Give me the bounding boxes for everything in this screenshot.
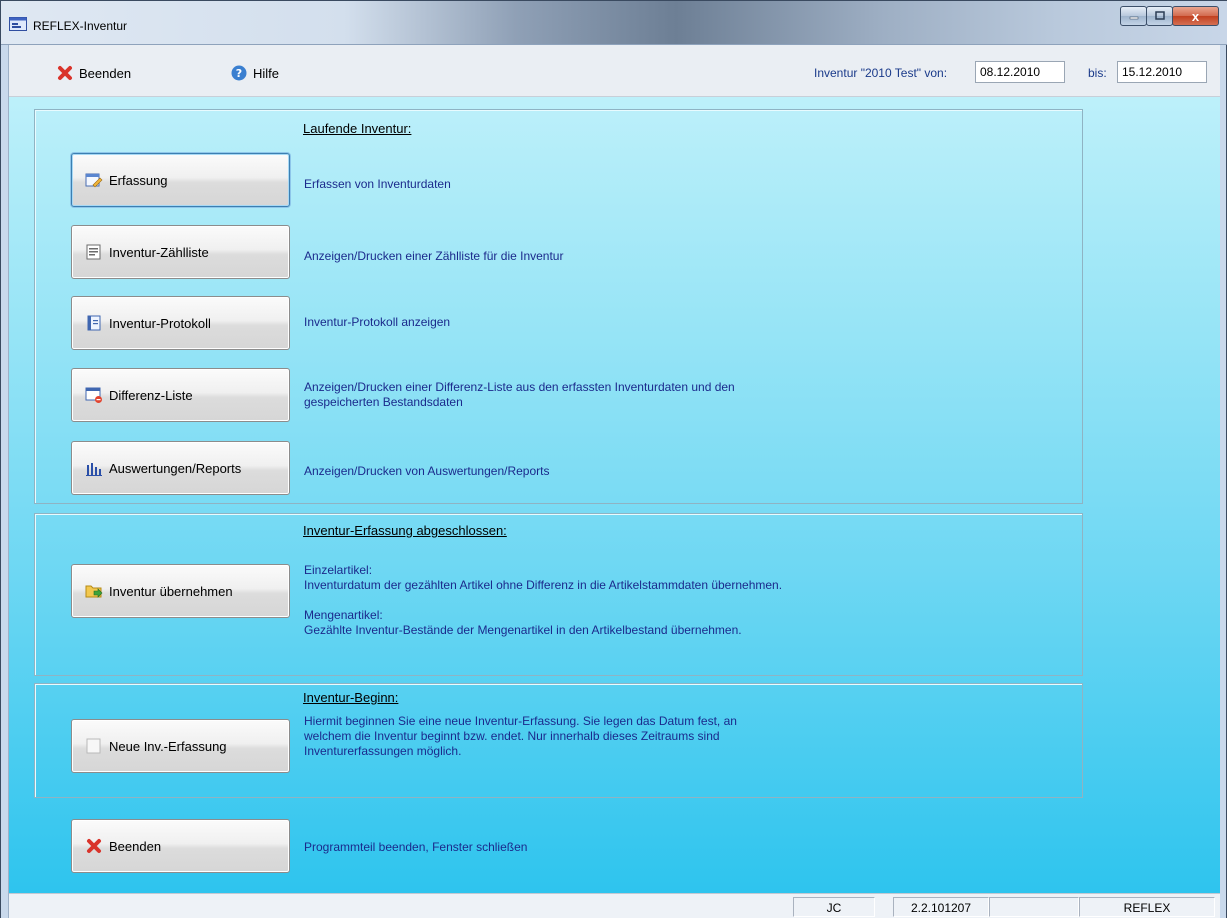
window-title: REFLEX-Inventur <box>33 19 128 33</box>
folder-arrow-icon <box>85 585 103 598</box>
status-bar: JC 2.2.101207 REFLEX <box>9 893 1220 918</box>
count-list-description: Anzeigen/Drucken einer Zählliste für die… <box>304 249 564 263</box>
reports-button[interactable]: Auswertungen/Reports <box>71 441 290 495</box>
reports-label: Auswertungen/Reports <box>109 460 242 476</box>
section-title-begin: Inventur-Beginn: <box>303 690 399 705</box>
window-minus-icon <box>85 387 102 403</box>
bar-chart-icon <box>86 463 102 476</box>
capture-description: Erfassen von Inventurdaten <box>304 177 451 191</box>
capture-button[interactable]: Erfassung <box>71 153 290 207</box>
list-icon <box>86 244 101 260</box>
exit-button[interactable]: Beenden <box>71 819 290 873</box>
status-user: JC <box>793 897 875 917</box>
edit-form-icon <box>85 173 103 188</box>
apply-inventory-button[interactable]: Inventur übernehmen <box>71 564 290 618</box>
blank-page-icon <box>86 738 101 754</box>
exit-description: Programmteil beenden, Fenster schließen <box>304 840 528 854</box>
close-button[interactable]: x <box>1172 6 1219 26</box>
toolbar-exit-button[interactable]: Beenden <box>57 65 131 81</box>
count-list-button[interactable]: Inventur-Zählliste <box>71 225 290 279</box>
help-icon: ? <box>231 65 247 81</box>
to-label: bis: <box>1088 66 1107 80</box>
toolbar: Beenden ? Hilfe Inventur "2010 Test" von… <box>9 45 1220 97</box>
protocol-label: Inventur-Protokoll <box>109 315 211 331</box>
exit-label: Beenden <box>109 838 162 854</box>
title-bar[interactable]: REFLEX-Inventur x <box>1 1 1227 45</box>
svg-text:?: ? <box>236 67 242 80</box>
close-x-icon <box>58 66 72 80</box>
notebook-icon <box>87 315 101 331</box>
difference-list-button[interactable]: Differenz-Liste <box>71 368 290 422</box>
difference-list-description: Anzeigen/Drucken einer Differenz-Liste a… <box>304 380 735 409</box>
capture-label: Erfassung <box>109 172 168 188</box>
inventory-label: Inventur "2010 Test" von: <box>814 66 948 80</box>
maximize-button[interactable] <box>1146 6 1173 26</box>
close-icon: x <box>1191 8 1200 24</box>
window-controls: x <box>1120 6 1219 26</box>
toolbar-help-label: Hilfe <box>253 65 280 81</box>
new-capture-description: Hiermit beginnen Sie eine neue Inventur-… <box>304 714 737 758</box>
protocol-description: Inventur-Protokoll anzeigen <box>304 315 451 329</box>
status-app: REFLEX <box>1079 897 1215 917</box>
reports-description: Anzeigen/Drucken von Auswertungen/Report… <box>304 464 550 478</box>
apply-inventory-label: Inventur übernehmen <box>109 583 233 599</box>
toolbar-exit-label: Beenden <box>79 65 132 81</box>
difference-list-label: Differenz-Liste <box>109 387 193 403</box>
status-empty <box>989 897 1079 917</box>
to-date-field[interactable]: 15.12.2010 <box>1117 61 1207 83</box>
section-title-completed: Inventur-Erfassung abgeschlossen: <box>303 523 507 538</box>
minimize-button[interactable] <box>1120 6 1147 26</box>
apply-inventory-description: Einzelartikel: Inventurdatum der gezählt… <box>304 563 783 637</box>
close-x-icon <box>87 839 101 853</box>
toolbar-help-button[interactable]: ? Hilfe <box>231 65 279 81</box>
protocol-button[interactable]: Inventur-Protokoll <box>71 296 290 350</box>
left-frame <box>1 45 9 918</box>
maximize-icon <box>1154 11 1165 20</box>
main-area: Laufende Inventur: Erfassung Erfassen vo… <box>9 97 1220 893</box>
new-capture-label: Neue Inv.-Erfassung <box>109 738 227 754</box>
section-title-running: Laufende Inventur: <box>303 121 412 136</box>
minimize-icon <box>1129 16 1138 20</box>
new-capture-button[interactable]: Neue Inv.-Erfassung <box>71 719 290 773</box>
count-list-label: Inventur-Zählliste <box>109 244 209 260</box>
app-window: REFLEX-Inventur x Beenden ? Hilfe Invent… <box>0 0 1227 918</box>
app-icon <box>9 17 27 31</box>
status-version: 2.2.101207 <box>893 897 989 917</box>
from-date-field[interactable]: 08.12.2010 <box>975 61 1065 83</box>
